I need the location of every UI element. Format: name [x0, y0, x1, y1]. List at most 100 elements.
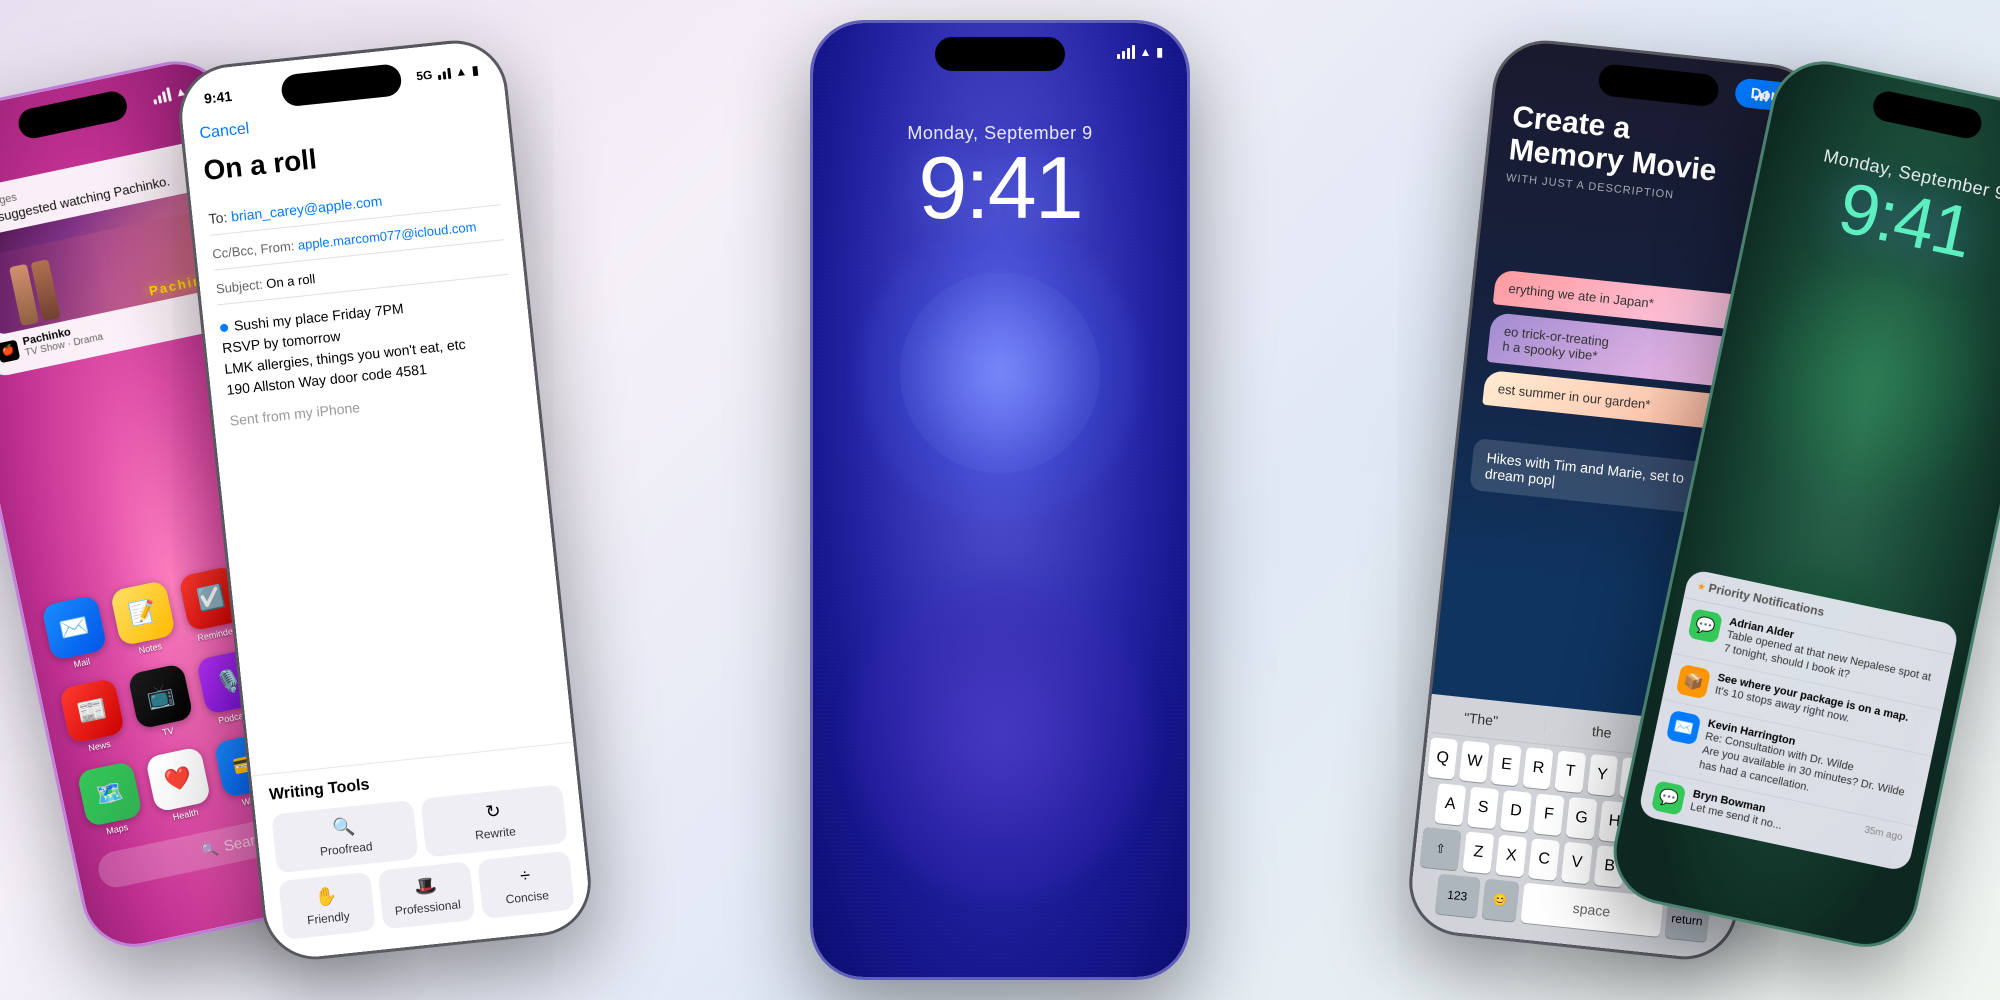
battery-2: ▮ — [471, 63, 479, 78]
key-s[interactable]: S — [1467, 787, 1499, 830]
pred-divider-1: | — [1542, 718, 1548, 736]
maps-icon: 🗺️ — [76, 761, 142, 827]
news-icon: 📰 — [59, 678, 125, 744]
news-label: News — [87, 739, 111, 753]
key-y[interactable]: Y — [1587, 754, 1618, 797]
rewrite-button[interactable]: ↻ Rewrite — [420, 784, 567, 858]
pred-1[interactable]: "The" — [1463, 709, 1499, 730]
apple-tv-icon: 🍎 — [0, 339, 20, 363]
key-shift[interactable]: ⇧ — [1420, 827, 1462, 871]
professional-icon: 🎩 — [413, 875, 437, 898]
concise-icon: ÷ — [519, 865, 531, 887]
notifications-panel: ⭑ Priority Notifications 💬 Adrian Alder … — [1637, 568, 1959, 872]
tv-icon: 📺 — [127, 663, 193, 729]
notes-label: Notes — [138, 641, 163, 656]
signal-bars-1 — [151, 87, 172, 104]
friendly-label: Friendly — [306, 909, 350, 927]
key-d[interactable]: D — [1500, 790, 1532, 833]
sb3-4 — [1132, 45, 1135, 59]
status-icons-3: ▲ ▮ — [1117, 45, 1164, 59]
key-e[interactable]: E — [1491, 744, 1522, 787]
app-news[interactable]: 📰 News — [59, 678, 128, 757]
email-body[interactable]: Sushi my place Friday 7PM RSVP by tomorr… — [219, 287, 518, 401]
phones-container: 9:41 ▲ ▮ Messages Lu — [0, 0, 2000, 1000]
battery-3: ▮ — [1156, 45, 1163, 59]
tv-label: TV — [161, 725, 174, 737]
status-time-2: 9:41 — [203, 88, 233, 107]
email-dot — [220, 323, 229, 332]
key-f[interactable]: F — [1533, 793, 1565, 836]
notif-avatar-1: 💬 — [1688, 608, 1724, 644]
lock-screen-date: Monday, September 9 9:41 — [813, 123, 1187, 232]
concise-label: Concise — [505, 888, 550, 906]
orb-bottom — [850, 577, 1150, 897]
key-g[interactable]: G — [1566, 797, 1598, 840]
text-input-content: Hikes with Tim and Marie, set to dream p… — [1484, 449, 1714, 505]
notes-icon: 📝 — [110, 580, 176, 646]
apple-icon: 🍎 — [1, 344, 15, 357]
sb4-3 — [1764, 90, 1768, 101]
signal-bars-4 — [1754, 89, 1768, 101]
sb3-2 — [1122, 51, 1125, 59]
signal-bar-1 — [153, 99, 157, 105]
pred-2[interactable]: the — [1591, 723, 1612, 743]
health-label: Health — [172, 807, 200, 822]
professional-button[interactable]: 🎩 Professional — [378, 861, 476, 929]
status-icons-2: 5G ▲ ▮ — [416, 63, 480, 83]
sb3-3 — [1127, 48, 1130, 59]
app-health[interactable]: ❤️ Health — [145, 746, 214, 825]
search-icon: 🔍 — [199, 839, 220, 859]
proofread-button[interactable]: 🔍 Proofread — [271, 800, 418, 874]
dynamic-island-3 — [935, 37, 1065, 71]
lock-time: 9:41 — [813, 144, 1187, 232]
writing-tools-panel: Writing Tools 🔍 Proofread ↻ Rewrite — [251, 742, 593, 962]
priority-icon: ⭑ — [1697, 578, 1706, 594]
friendly-button[interactable]: ✋ Friendly — [278, 872, 376, 940]
wifi-2: ▲ — [454, 64, 467, 79]
key-v[interactable]: V — [1561, 842, 1593, 885]
key-t[interactable]: T — [1555, 751, 1586, 794]
proofread-icon: 🔍 — [332, 816, 356, 839]
sb-1 — [437, 74, 441, 79]
email-subject-value: On a roll — [266, 271, 316, 291]
key-z[interactable]: Z — [1462, 831, 1494, 874]
app-maps[interactable]: 🗺️ Maps — [76, 761, 145, 840]
notif-avatar-2: 📦 — [1676, 664, 1712, 700]
friendly-icon: ✋ — [314, 885, 338, 908]
key-a[interactable]: A — [1434, 783, 1466, 826]
mail-label: Mail — [73, 656, 91, 669]
key-q[interactable]: Q — [1427, 737, 1458, 780]
signal-bars-2 — [437, 67, 451, 79]
key-123[interactable]: 123 — [1434, 874, 1480, 918]
signal-bar-2 — [157, 95, 162, 103]
signal-5g: 5G — [416, 68, 433, 84]
rewrite-icon: ↻ — [485, 801, 502, 823]
key-r[interactable]: R — [1523, 747, 1554, 790]
green-orb-top — [1738, 240, 2000, 520]
signal-bar-4 — [166, 87, 172, 101]
signal-bar-3 — [161, 91, 166, 102]
key-w[interactable]: W — [1459, 740, 1490, 783]
health-icon: ❤️ — [145, 746, 211, 812]
app-mail[interactable]: ✉️ Mail — [41, 595, 110, 674]
key-emoji[interactable]: 😊 — [1481, 879, 1519, 922]
notif-avatar-4: 💬 — [1651, 780, 1687, 816]
app-tv[interactable]: 📺 TV — [127, 663, 196, 742]
app-notes[interactable]: 📝 Notes — [110, 580, 179, 659]
concise-button[interactable]: ÷ Concise — [477, 851, 575, 919]
key-x[interactable]: X — [1495, 835, 1527, 878]
email-to-value: brian_carey@apple.com — [230, 193, 383, 225]
signal-bars-3 — [1117, 45, 1135, 59]
wifi-3: ▲ — [1140, 45, 1152, 59]
professional-label: Professional — [394, 897, 461, 918]
sb4-1 — [1754, 95, 1758, 100]
sb3-1 — [1117, 54, 1120, 59]
mail-icon: ✉️ — [41, 595, 107, 661]
notif-avatar-3: ✉️ — [1666, 710, 1702, 746]
sb4-2 — [1759, 92, 1763, 100]
key-c[interactable]: C — [1528, 838, 1560, 881]
sb-2 — [442, 71, 446, 79]
phone-3-screen: 9:41 ▲ ▮ Monday, September 9 — [813, 23, 1187, 977]
orb-glow — [900, 273, 1100, 473]
maps-label: Maps — [105, 822, 129, 836]
